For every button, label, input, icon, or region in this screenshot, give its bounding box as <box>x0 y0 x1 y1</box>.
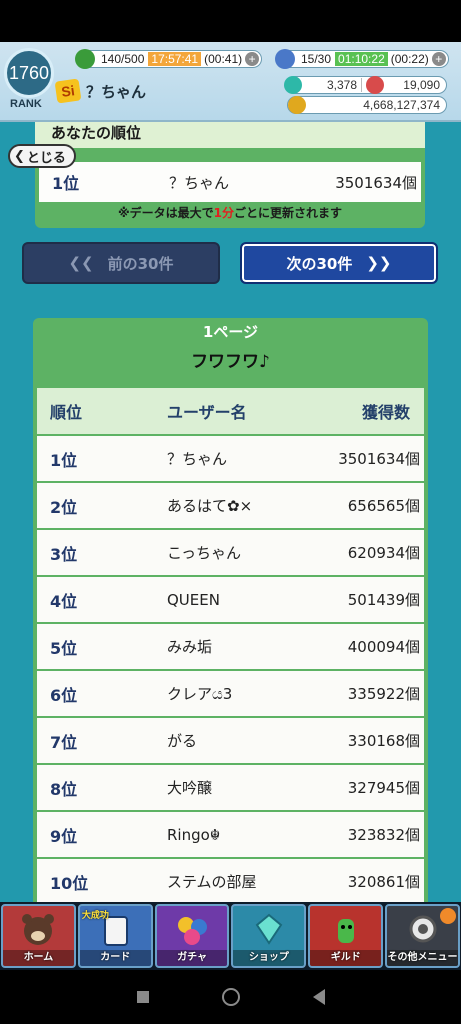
home-circle-icon[interactable] <box>221 988 240 1006</box>
table-row: 3位 こっちゃん 620934個 <box>37 530 424 575</box>
next-page-button[interactable]: 次の30件 ❯❯ <box>240 242 438 284</box>
update-note: ※データは最大で1分ごとに更新されます <box>117 206 343 220</box>
table-row: 6位 クレアය3 335922個 <box>37 671 424 716</box>
board-title: フワフワ♪ <box>191 352 270 372</box>
page-indicator: 1ページ <box>202 323 259 341</box>
rank-label: RANK <box>10 98 42 110</box>
table-row: 1位 ？ちゃん 3501634個 <box>37 436 424 481</box>
table-header: 順位 ユーザー名 獲得数 <box>37 388 424 434</box>
player-name: ？ちゃん <box>86 82 147 101</box>
coin-icon <box>288 96 306 114</box>
rank-badge: 1760 <box>4 48 54 98</box>
table-row: 8位 大吟醸 327945個 <box>37 765 424 810</box>
table-row: 5位 みみ垢 400094個 <box>37 624 424 669</box>
gacha-orbs-icon <box>157 906 228 952</box>
ranking-board: 1ページ フワフワ♪ 順位 ユーザー名 獲得数 1位 ？ちゃん 3501634個 2… <box>33 318 428 902</box>
add-stamina2-button[interactable]: + <box>431 52 446 66</box>
bottom-nav: ホーム 大成功 カード ガチャ ショップ ギルド その他メニュー <box>0 902 461 970</box>
table-row: 2位 あるはて✿× 656565個 <box>37 483 424 528</box>
stamina2-bar: 15/30 01:10:22 (00:22) + <box>275 49 449 69</box>
ranking-list: 1位 ？ちゃん 3501634個 2位 あるはて✿× 656565個 3位 こっちゃん 62… <box>37 436 424 902</box>
nav-card[interactable]: 大成功 カード <box>77 904 153 968</box>
table-row: 7位 がる 330168個 <box>37 718 424 763</box>
potion-icon <box>275 49 295 69</box>
close-button[interactable]: ❮ とじる <box>8 144 76 168</box>
prev-page-button[interactable]: ❮❮ 前の30件 <box>22 242 220 284</box>
leaf-icon <box>75 49 95 69</box>
nav-menu[interactable]: その他メニュー <box>385 904 460 968</box>
my-rank-title: あなたの順位 <box>35 122 425 148</box>
add-stamina-button[interactable]: + <box>245 52 260 66</box>
my-rank-panel: あなたの順位 1位 ？ちゃん 3501634個 ※データは最大で1分ごとに更新さ… <box>35 122 425 228</box>
gem-shop-icon <box>233 906 304 952</box>
gem-icon <box>284 76 302 94</box>
card-badge: 大成功 <box>81 911 109 921</box>
chevron-left-icon: ❮ <box>14 148 25 164</box>
my-rank-row: 1位 ？ちゃん 3501634個 <box>39 162 421 202</box>
table-row: 10位 ステムの部屋 320861個 <box>37 859 424 902</box>
coin-row: 4,668,127,374 <box>287 96 447 114</box>
double-chevron-left-icon: ❮❮ <box>68 254 94 272</box>
back-triangle-icon[interactable] <box>312 989 325 1005</box>
nav-home[interactable]: ホーム <box>1 904 76 968</box>
bear-icon <box>3 906 74 952</box>
system-nav-bar <box>0 970 461 1024</box>
status-bar <box>0 0 461 42</box>
speaker-icon <box>439 908 456 924</box>
currency-row: 3,378 19,090 <box>284 76 447 94</box>
table-row: 9位 Ringo☬ 323832個 <box>37 812 424 857</box>
nav-guild[interactable]: ギルド <box>308 904 384 968</box>
player-info: Si ？ちゃん <box>54 78 147 104</box>
title-badge: Si <box>54 78 82 104</box>
table-row: 4位 QUEEN 501439個 <box>37 577 424 622</box>
meat-icon <box>366 76 384 94</box>
ranking-screen: ❮ とじる あなたの順位 1位 ？ちゃん 3501634個 ※データは最大で1分… <box>0 122 461 902</box>
nav-gacha[interactable]: ガチャ <box>154 904 230 968</box>
nav-shop[interactable]: ショップ <box>231 904 307 968</box>
guild-character-icon <box>310 906 381 952</box>
top-header: 1760 RANK 140/500 17:57:41 (00:41) + 15/… <box>0 42 461 143</box>
stamina-bar: 140/500 17:57:41 (00:41) + <box>75 49 263 69</box>
double-chevron-right-icon: ❯❯ <box>366 254 392 272</box>
recents-icon[interactable] <box>136 991 149 1003</box>
